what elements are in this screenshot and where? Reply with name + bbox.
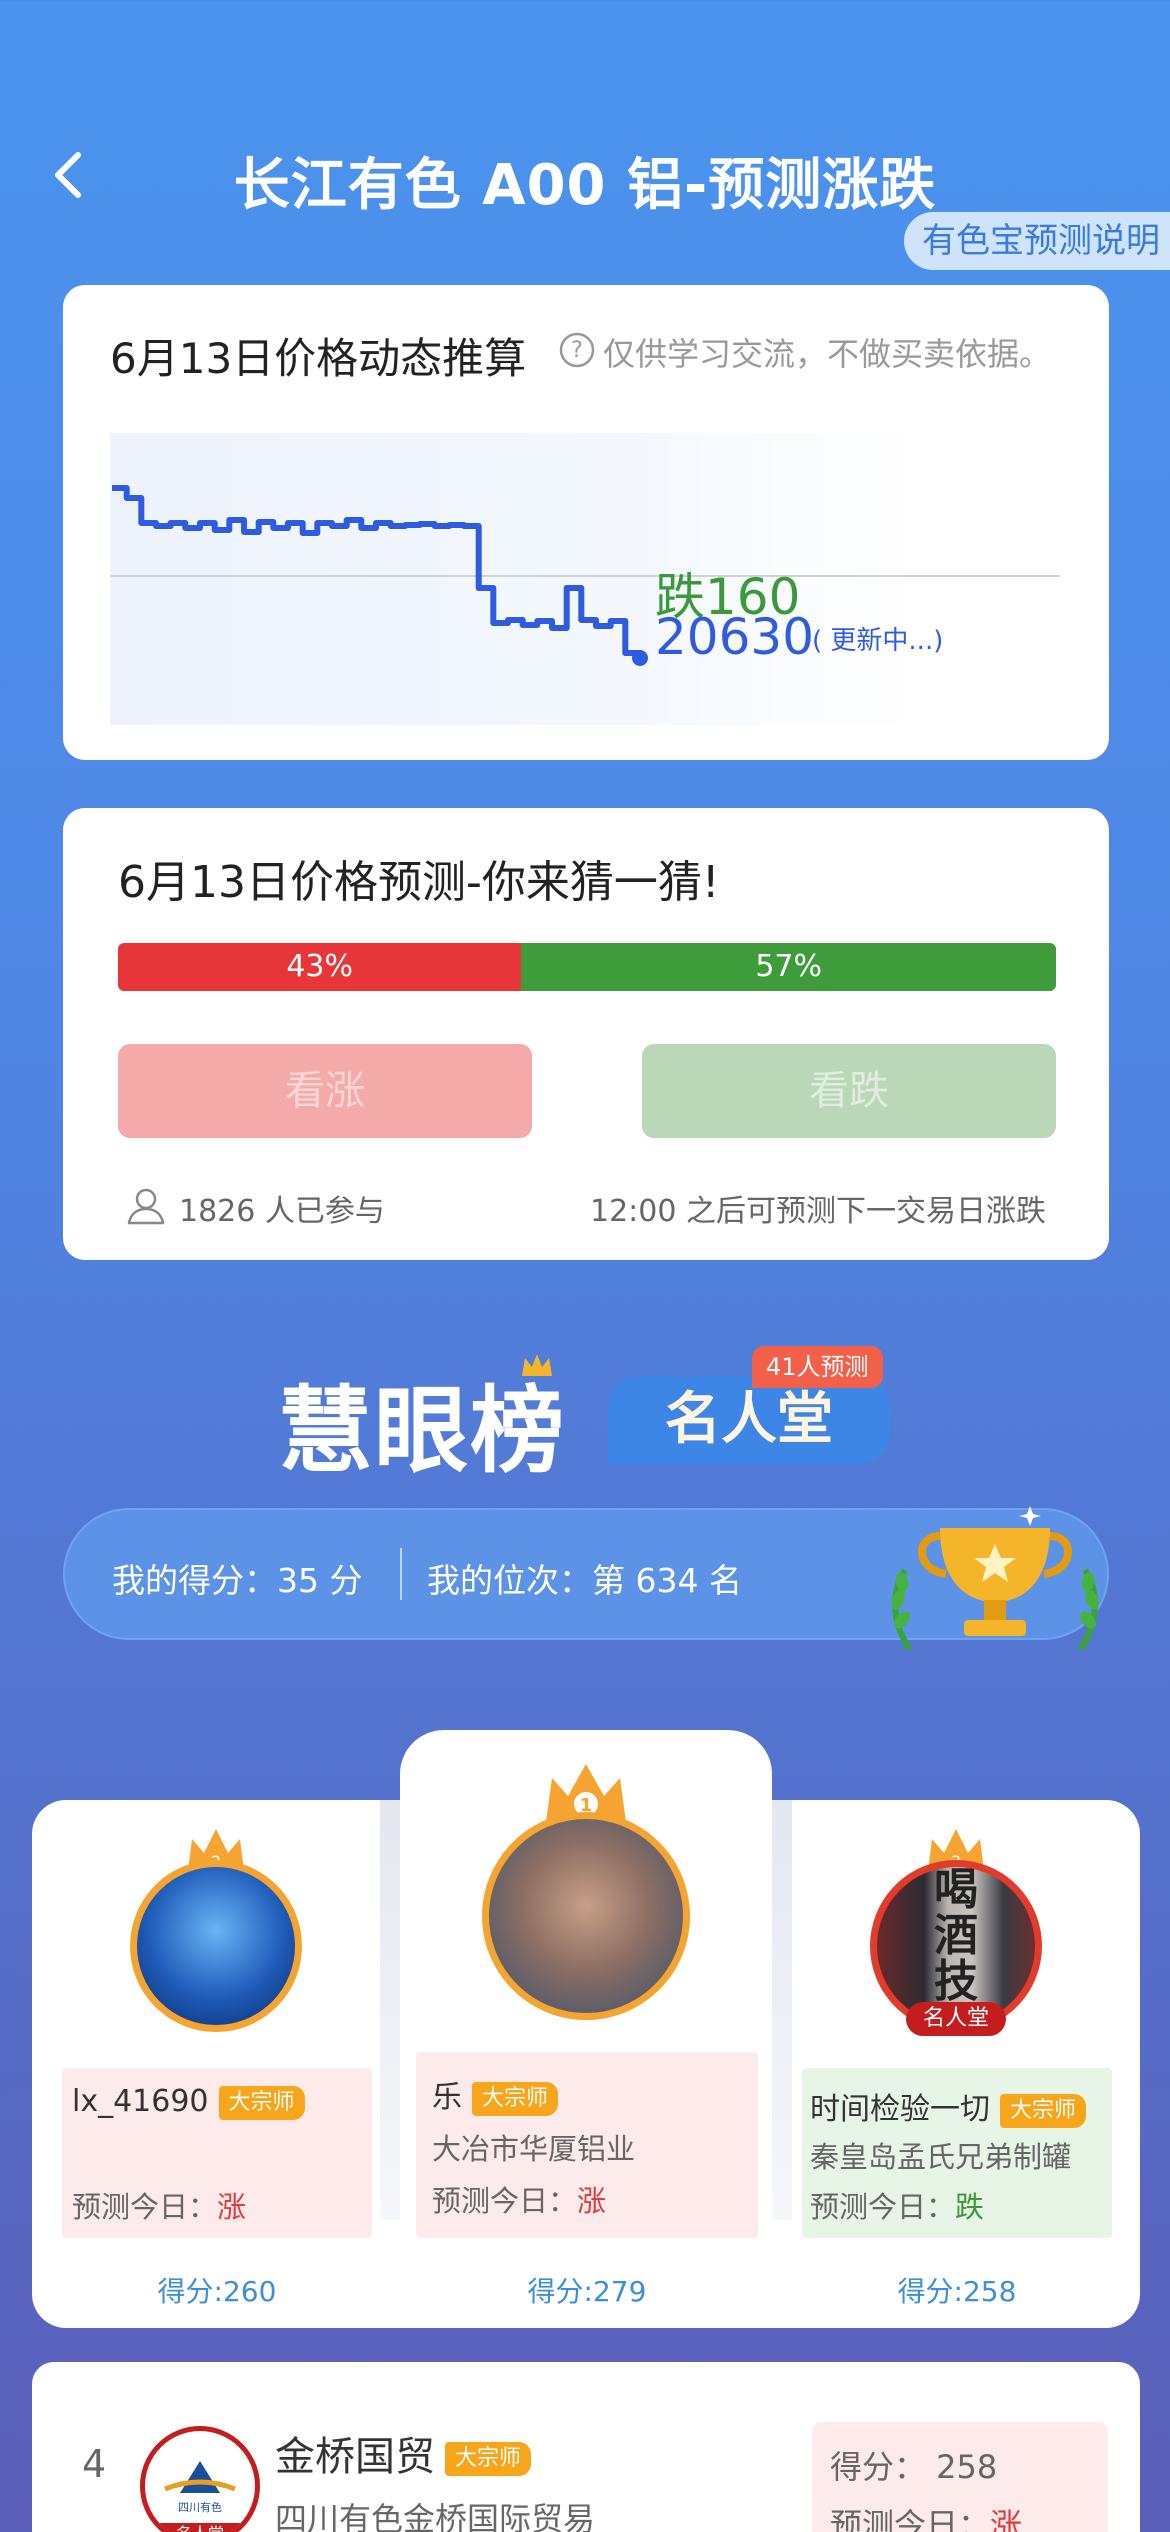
podium-divider: [380, 1800, 400, 2220]
price-line-chart: [110, 485, 1060, 666]
vote-up-bar: 43%: [118, 943, 522, 991]
trophy-icon: [891, 1506, 1099, 1650]
current-price-label: 20630: [655, 608, 815, 666]
hall-of-fame-tag: 名人堂: [906, 2002, 1006, 2036]
dynamic-card-title: 6月13日价格动态推算: [110, 334, 527, 383]
user-name-row: lx_41690 大宗师: [72, 2084, 305, 2120]
company-logo: 四川有色 名人堂: [160, 2461, 240, 2532]
hall-of-fame-tab[interactable]: 名人堂: [608, 1376, 890, 1464]
disclaimer-note: 仅供学习交流，不做买卖依据。: [603, 335, 1052, 373]
prediction-card: 6月13日价格预测-你来猜一猜! 43% 57% 看涨 看跌 1826 人已参与…: [63, 808, 1109, 1260]
user-name-row: 金桥国贸 大宗师: [275, 2424, 532, 2482]
podium-info-rank-2[interactable]: lx_41690 大宗师 预测今日：涨: [62, 2068, 372, 2238]
prediction-row: 预测今日：涨: [72, 2184, 246, 2226]
prediction-explain-button[interactable]: 有色宝预测说明: [904, 212, 1170, 270]
score-rank-4: 得分： 258: [830, 2448, 998, 2486]
update-status: ( 更新中...): [812, 626, 944, 656]
user-name: 时间检验一切: [810, 2092, 990, 2127]
predict-up-button[interactable]: 看涨: [118, 1044, 532, 1138]
level-tag: 大宗师: [218, 2085, 305, 2120]
level-tag: 大宗师: [472, 2081, 559, 2116]
hall-of-fame-tag: 名人堂: [176, 2524, 224, 2532]
user-name: 金桥国贸: [275, 2434, 435, 2480]
logo-text: 四川有色: [178, 2500, 222, 2514]
svg-text:?: ?: [571, 338, 583, 363]
prediction-label: 预测今日：: [72, 2190, 218, 2224]
score-rank-1: 得分:279: [527, 2275, 647, 2308]
user-name-row: 时间检验一切 大宗师: [810, 2084, 1087, 2128]
company-name: 秦皇岛孟氏兄弟制罐: [810, 2140, 1072, 2174]
prediction-row: 预测今日：涨: [432, 2178, 606, 2220]
company-name: 四川有色金桥国际贸易: [275, 2500, 596, 2532]
avatar-rank-4[interactable]: 四川有色 名人堂: [140, 2426, 260, 2532]
price-line: [112, 485, 643, 658]
rank-list-item[interactable]: 4 四川有色 名人堂 金桥国贸大宗师 四川有色金桥国际贸易 得分： 258 预测…: [32, 2362, 1140, 2532]
company-name: 大冶市华厦铝业: [432, 2132, 636, 2166]
prediction-value: 跌: [955, 2190, 985, 2224]
price-dynamic-card: 6月13日价格动态推算 ? 仅供学习交流，不做买卖依据。 跌160 20630 …: [63, 285, 1109, 760]
prediction-label: 预测今日：: [830, 2506, 991, 2532]
level-tag: 大宗师: [1000, 2093, 1087, 2128]
vote-ratio-bar: 43% 57%: [118, 943, 1056, 991]
next-prediction-note: 12:00 之后可预测下一交易日涨跌: [590, 1194, 1046, 1229]
avatar-rank-2[interactable]: [130, 1860, 302, 2032]
rank-number: 4: [82, 2442, 107, 2486]
prediction-row: 预测今日：涨: [830, 2500, 1022, 2532]
predict-down-button[interactable]: 看跌: [642, 1044, 1056, 1138]
my-score: 我的得分：35 分: [112, 1561, 363, 1600]
person-icon: [127, 1188, 165, 1225]
prediction-row: 预测今日：跌: [810, 2184, 984, 2226]
hall-of-fame-badge: 41人预测: [752, 1346, 883, 1388]
level-tag: 大宗师: [445, 2442, 532, 2476]
participant-count: 1826 人已参与: [179, 1194, 385, 1229]
score-rank-2: 得分:260: [157, 2275, 277, 2308]
prediction-value: 涨: [577, 2184, 607, 2218]
help-icon[interactable]: ?: [558, 331, 596, 369]
prediction-value: 涨: [217, 2190, 247, 2224]
user-name-row: 乐大宗师: [432, 2072, 559, 2116]
user-name: 乐: [432, 2080, 462, 2115]
current-price-dot: [632, 650, 648, 666]
prediction-card-title: 6月13日价格预测-你来猜一猜!: [118, 857, 720, 908]
vote-down-bar: 57%: [521, 943, 1056, 991]
page-title: 长江有色 A00 铝-预测涨跌: [233, 153, 937, 218]
prediction-value: 涨: [990, 2506, 1023, 2532]
prediction-label: 预测今日：: [810, 2190, 956, 2224]
podium-divider: [772, 1800, 792, 2220]
podium-info-rank-1[interactable]: 乐大宗师 大冶市华厦铝业 预测今日：涨: [416, 2052, 758, 2238]
avatar-text: 喝酒技: [934, 1864, 978, 2007]
crown-icon: [522, 1354, 552, 1376]
my-rank: 我的位次：第 634 名: [427, 1561, 742, 1600]
divider: [400, 1548, 402, 1600]
prediction-label: 预测今日：: [432, 2184, 578, 2218]
user-name: lx_41690: [72, 2084, 209, 2119]
score-rank-3: 得分:258: [897, 2275, 1017, 2308]
avatar-rank-1[interactable]: [482, 1812, 690, 2020]
rank-4-info-box: 得分： 258 预测今日：涨: [812, 2422, 1108, 2532]
podium-info-rank-3[interactable]: 时间检验一切 大宗师 秦皇岛孟氏兄弟制罐 预测今日：跌: [802, 2068, 1112, 2238]
